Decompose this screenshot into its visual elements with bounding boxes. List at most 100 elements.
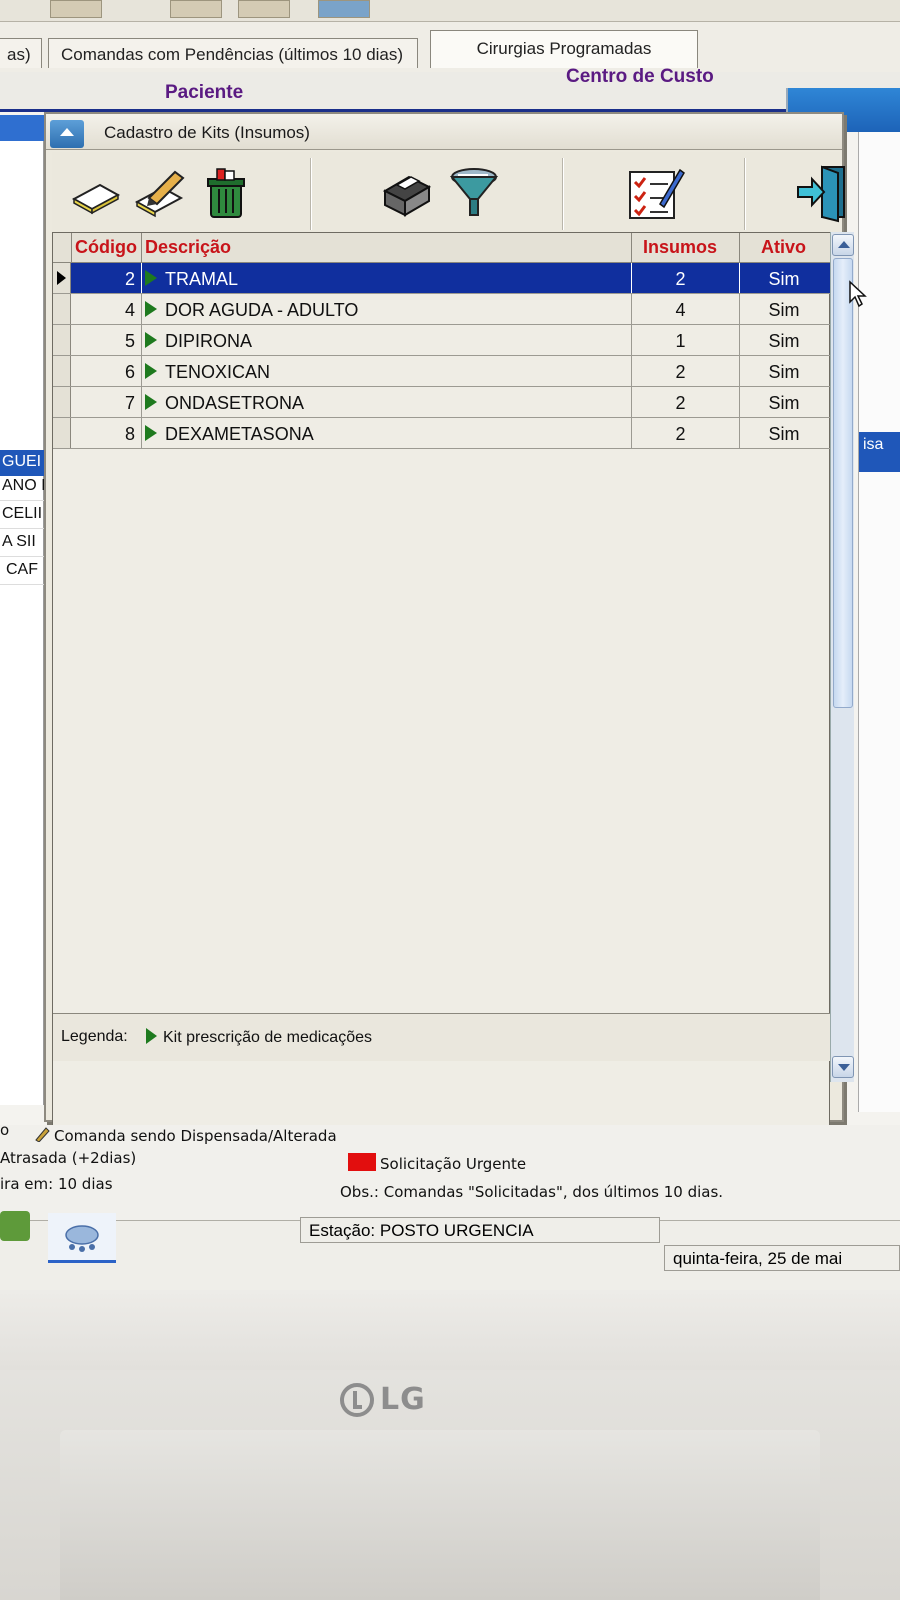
grid-header: Código Descrição Insumos Ativo — [53, 233, 831, 263]
cell-descricao: DEXAMETASONA — [165, 424, 314, 444]
row-indicator — [53, 418, 71, 448]
scroll-up-icon[interactable] — [832, 234, 854, 256]
background-row[interactable]: CAF — [0, 561, 44, 585]
legend-arrow-icon — [146, 1028, 157, 1044]
column-ativo[interactable]: Ativo — [761, 237, 806, 258]
app-icon[interactable] — [0, 1211, 30, 1241]
table-row[interactable]: 6 TENOXICAN 2 Sim — [53, 356, 831, 387]
tab-comandas-pendencias[interactable]: Comandas com Pendências (últimos 10 dias… — [48, 38, 418, 68]
cell-codigo: 8 — [124, 424, 135, 444]
delete-button[interactable] — [198, 160, 254, 226]
pencil-icon — [35, 1127, 50, 1142]
table-row[interactable]: 8 DEXAMETASONA 2 Sim — [53, 418, 831, 449]
edit-button[interactable] — [130, 160, 192, 226]
cell-insumos: 2 — [675, 424, 686, 444]
grid-separator — [141, 233, 142, 263]
tab-cirurgias-programadas[interactable]: Cirurgias Programadas — [430, 30, 698, 68]
dialog-title: Cadastro de Kits (Insumos) — [104, 123, 310, 142]
dialog-toolbar — [52, 152, 845, 234]
kits-dialog: Cadastro de Kits (Insumos) Código Descri… — [44, 112, 854, 1182]
cell-ativo: Sim — [768, 300, 800, 320]
status-dispensada: Comanda sendo Dispensada/Alterada — [54, 1127, 337, 1145]
scroll-thumb[interactable] — [833, 258, 853, 708]
status-data: quinta-feira, 25 de mai — [664, 1245, 900, 1271]
edit-icon — [134, 170, 185, 218]
header-paciente[interactable]: Paciente — [165, 82, 243, 104]
filter-button[interactable] — [444, 160, 504, 226]
grid-separator — [141, 294, 142, 324]
lg-logo-icon — [340, 1382, 374, 1417]
grid-legend: Legenda: Kit prescrição de medicações — [53, 1013, 831, 1061]
top-toolbar-icon[interactable] — [50, 0, 102, 18]
list-header: Paciente Centro de Custo — [0, 66, 900, 112]
cell-insumos: 4 — [675, 300, 686, 320]
toolbar-separator — [310, 158, 312, 230]
new-icon — [71, 183, 121, 215]
tab-bar: as) Comandas com Pendências (últimos 10 … — [0, 22, 900, 74]
tab-partial[interactable]: as) — [0, 38, 42, 68]
checklist-button[interactable] — [624, 160, 688, 226]
table-row[interactable]: 2 TRAMAL 2 Sim — [53, 263, 831, 294]
scroll-down-icon[interactable] — [832, 1056, 854, 1078]
cell-insumos: 1 — [675, 331, 686, 351]
grid-separator — [739, 233, 740, 263]
cloud-icon — [65, 1225, 99, 1252]
table-row[interactable]: 7 ONDASETRONA 2 Sim — [53, 387, 831, 418]
monitor-brand: LG — [380, 1382, 426, 1417]
legend-label: Legenda: — [61, 1028, 128, 1045]
vertical-scrollbar[interactable] — [830, 232, 854, 1082]
network-tab[interactable] — [48, 1213, 116, 1263]
column-insumos[interactable]: Insumos — [643, 237, 717, 258]
new-button[interactable] — [66, 160, 126, 226]
cell-descricao: TENOXICAN — [165, 362, 271, 382]
top-toolbar-icon[interactable] — [238, 0, 290, 18]
print-icon — [382, 175, 432, 217]
toolbar-separator — [562, 158, 564, 230]
grid-separator — [631, 233, 632, 263]
cell-ativo: Sim — [768, 393, 800, 413]
kit-arrow-icon — [145, 332, 157, 348]
top-toolbar-icon[interactable] — [170, 0, 222, 18]
background-row[interactable]: CELII — [0, 505, 44, 529]
table-row[interactable]: 5 DIPIRONA 1 Sim — [53, 325, 831, 356]
status-atrasada: Atrasada (+2dias) — [0, 1149, 137, 1167]
row-indicator — [53, 387, 71, 417]
grid-separator — [141, 356, 142, 386]
bottom-status-area: o Comanda sendo Dispensada/Alterada Atra… — [0, 1121, 900, 1290]
monitor-stand — [60, 1430, 820, 1600]
dialog-titlebar[interactable]: Cadastro de Kits (Insumos) — [46, 114, 842, 150]
background-row[interactable]: A SII — [0, 533, 44, 557]
cell-codigo: 6 — [124, 362, 135, 382]
cell-codigo: 5 — [124, 331, 135, 351]
column-descricao[interactable]: Descrição — [145, 237, 231, 258]
table-row[interactable]: 4 DOR AGUDA - ADULTO 4 Sim — [53, 294, 831, 325]
window-menu-icon[interactable] — [50, 120, 84, 148]
row-indicator — [53, 294, 71, 324]
status-bar: Estação: POSTO URGENCIA quinta-feira, 25… — [0, 1211, 900, 1290]
status-text: o — [0, 1121, 10, 1139]
urgent-color-swatch — [348, 1153, 376, 1171]
grid-separator — [71, 233, 72, 263]
cell-descricao: DIPIRONA — [165, 331, 253, 351]
background-row[interactable]: ANO I — [0, 477, 44, 501]
header-centro-custo[interactable]: Centro de Custo — [566, 66, 714, 88]
row-indicator — [53, 325, 71, 355]
kit-arrow-icon — [145, 394, 157, 410]
cell-descricao: ONDASETRONA — [165, 393, 305, 413]
status-ira-em: ira em: 10 dias — [0, 1175, 113, 1193]
grid-separator — [141, 263, 142, 293]
cell-ativo: Sim — [768, 362, 800, 382]
kit-arrow-icon — [145, 270, 157, 286]
delete-icon — [207, 168, 245, 218]
legend-text: Kit prescrição de medicações — [163, 1029, 372, 1046]
grid-separator — [141, 325, 142, 355]
cell-codigo: 7 — [124, 393, 135, 413]
exit-button[interactable] — [792, 160, 854, 226]
lg-logo: LG — [340, 1382, 426, 1417]
background-selected-row[interactable]: GUEI — [0, 450, 44, 476]
cell-codigo: 4 — [124, 300, 135, 320]
print-button[interactable] — [376, 160, 436, 226]
top-toolbar-icon[interactable] — [318, 0, 370, 18]
column-codigo[interactable]: Código — [75, 237, 137, 258]
kits-grid: Código Descrição Insumos Ativo 2 TRAMAL … — [52, 232, 831, 1182]
